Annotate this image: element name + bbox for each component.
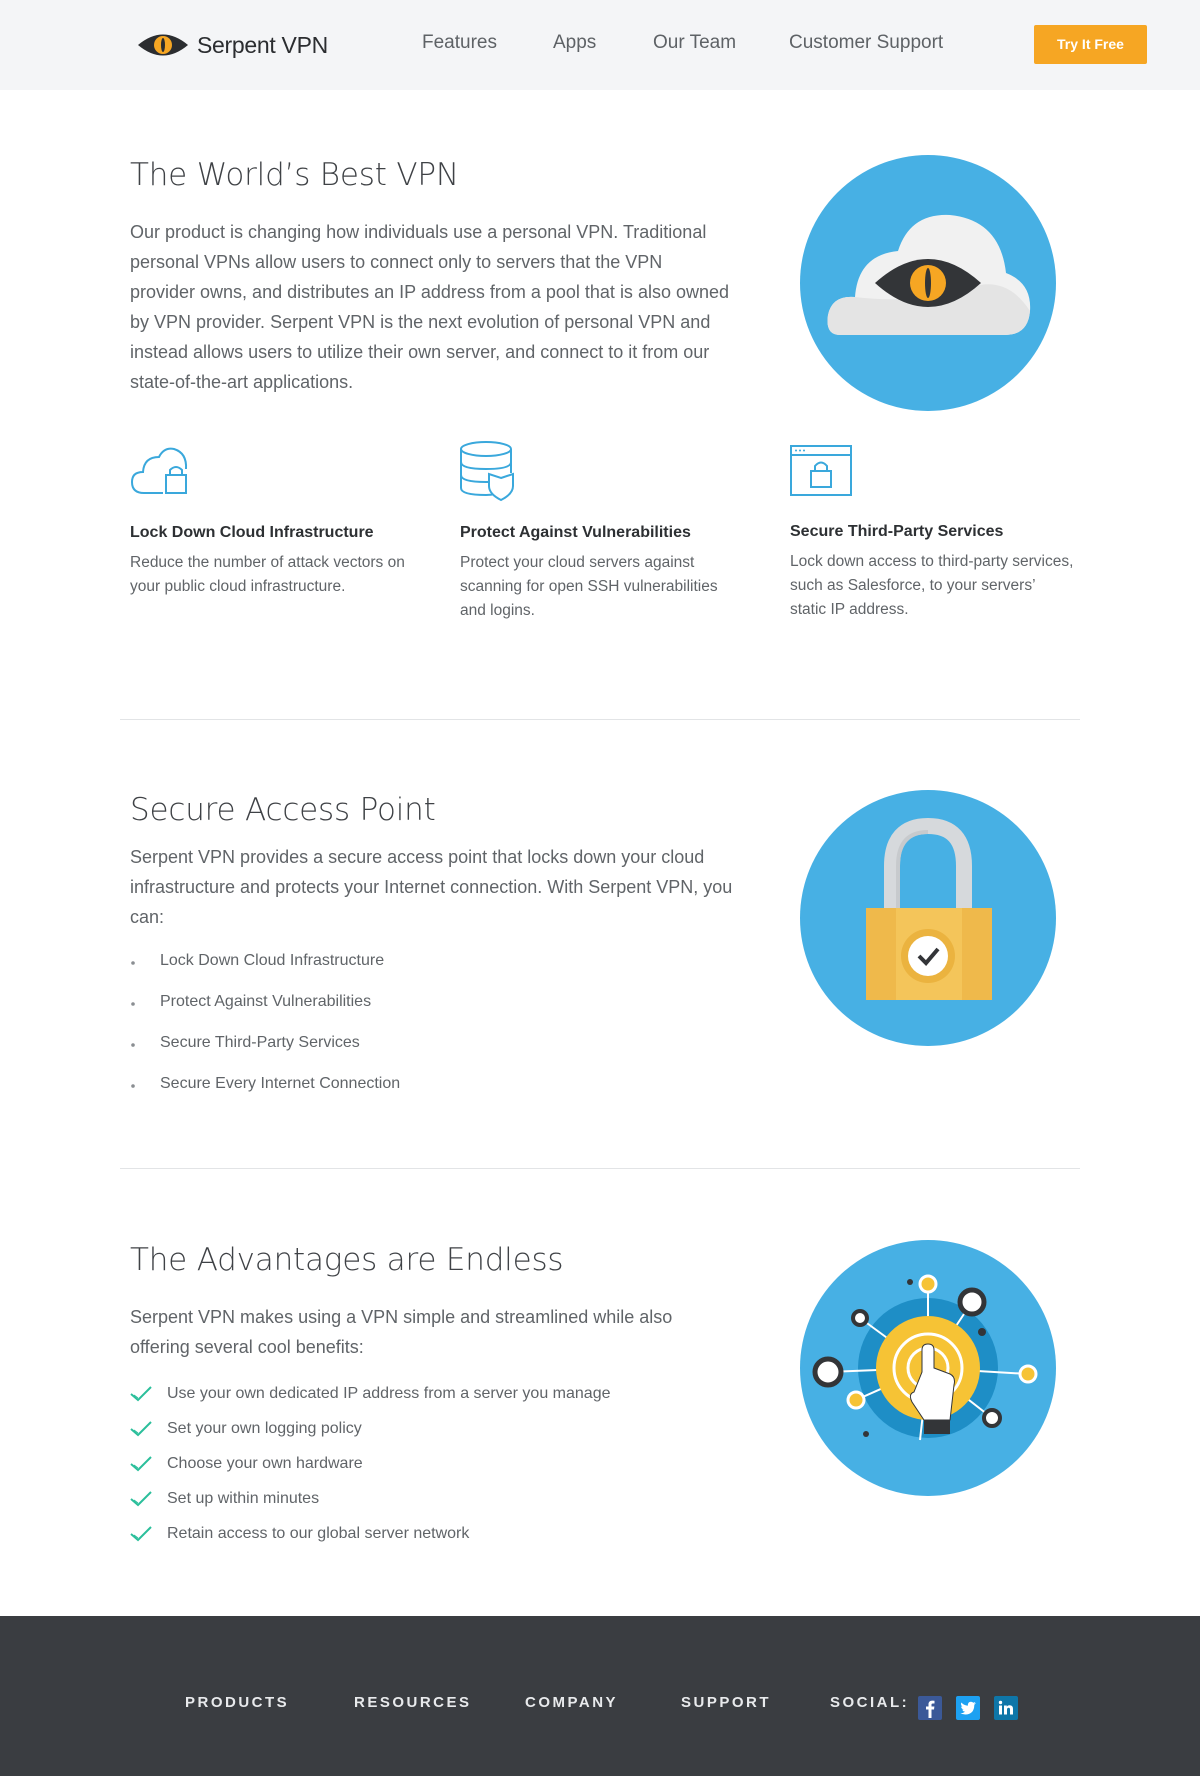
- list-item: Protect Against Vulnerabilities: [130, 993, 400, 1034]
- twitter-icon[interactable]: [956, 1696, 980, 1720]
- cloud-eye-illustration: [800, 155, 1056, 411]
- bullet-dot: [131, 1084, 135, 1088]
- section-divider: [120, 1168, 1080, 1169]
- padlock-illustration: [800, 790, 1056, 1046]
- feature-text-protect: Protect your cloud servers against scann…: [460, 554, 718, 619]
- footer-link-products[interactable]: PRODUCTS: [185, 1694, 289, 1711]
- section-title-secure-access: Secure Access Point: [130, 792, 436, 828]
- section-title-best-vpn: The World’s Best VPN: [130, 157, 459, 193]
- feature-title-protect: Protect Against Vulnerabilities: [460, 524, 691, 541]
- bullet-dot: [131, 961, 135, 965]
- linkedin-glyph: [998, 1700, 1013, 1715]
- list-item: Retain access to our global server netwo…: [130, 1525, 611, 1560]
- eye-logo-icon: [138, 34, 188, 56]
- network-touch-icon: [812, 1274, 1038, 1441]
- bullet-dot: [131, 1002, 135, 1006]
- feature-title-secure-third-party: Secure Third-Party Services: [790, 523, 1004, 540]
- check-icon: [130, 1386, 152, 1402]
- nav-apps[interactable]: Apps: [553, 32, 596, 54]
- cloud-lock-icon: [130, 447, 188, 494]
- check-icon: [130, 1456, 152, 1472]
- footer-link-company[interactable]: COMPANY: [525, 1694, 618, 1711]
- cloud-eye-icon: [827, 214, 1031, 335]
- secure-access-list: Lock Down Cloud Infrastructure Protect A…: [130, 952, 400, 1116]
- nav-features[interactable]: Features: [422, 32, 497, 54]
- site-header: Serpent VPN Features Apps Our Team Custo…: [0, 0, 1200, 90]
- try-it-free-button[interactable]: Try It Free: [1034, 25, 1147, 64]
- feature-text-secure-third-party: Lock down access to third-party services…: [790, 553, 1074, 618]
- list-item: Lock Down Cloud Infrastructure: [130, 952, 400, 993]
- footer-link-resources[interactable]: RESOURCES: [354, 1694, 472, 1711]
- section-lead-secure-access: Serpent VPN provides a secure access poi…: [130, 847, 733, 927]
- list-item: Use your own dedicated IP address from a…: [130, 1385, 611, 1420]
- advantages-list: Use your own dedicated IP address from a…: [130, 1385, 611, 1560]
- twitter-glyph: [960, 1701, 976, 1715]
- list-item: Set up within minutes: [130, 1490, 611, 1525]
- list-item: Choose your own hardware: [130, 1455, 611, 1490]
- section-lead-advantages: Serpent VPN makes using a VPN simple and…: [130, 1307, 673, 1357]
- linkedin-icon[interactable]: [994, 1696, 1018, 1720]
- logo-text: Serpent VPN: [197, 31, 328, 58]
- social-label: SOCIAL:: [830, 1694, 910, 1711]
- footer-link-support[interactable]: SUPPORT: [681, 1694, 771, 1711]
- browser-lock-icon: [790, 445, 852, 496]
- list-item: Set your own logging policy: [130, 1420, 611, 1455]
- padlock-icon: [866, 817, 992, 1000]
- list-item: Secure Third-Party Services: [130, 1034, 400, 1075]
- section-title-advantages: The Advantages are Endless: [130, 1242, 564, 1278]
- logo[interactable]: Serpent VPN: [137, 28, 328, 62]
- facebook-icon[interactable]: [918, 1696, 942, 1720]
- feature-text-lock-down: Reduce the number of attack vectors on y…: [130, 554, 405, 595]
- nav-our-team[interactable]: Our Team: [653, 32, 736, 54]
- bullet-dot: [131, 1043, 135, 1047]
- nav-customer-support[interactable]: Customer Support: [789, 32, 943, 54]
- site-footer: PRODUCTS RESOURCES COMPANY SUPPORT SOCIA…: [0, 1616, 1200, 1776]
- facebook-glyph: [926, 1700, 935, 1718]
- check-icon: [130, 1491, 152, 1507]
- section-lead-best-vpn: Our product is changing how individuals …: [130, 222, 730, 392]
- database-shield-icon: [460, 441, 514, 502]
- network-touch-illustration: [800, 1240, 1056, 1496]
- check-icon: [130, 1421, 152, 1437]
- feature-title-lock-down: Lock Down Cloud Infrastructure: [130, 524, 374, 541]
- section-divider: [120, 719, 1080, 720]
- list-item: Secure Every Internet Connection: [130, 1075, 400, 1116]
- check-icon: [130, 1526, 152, 1542]
